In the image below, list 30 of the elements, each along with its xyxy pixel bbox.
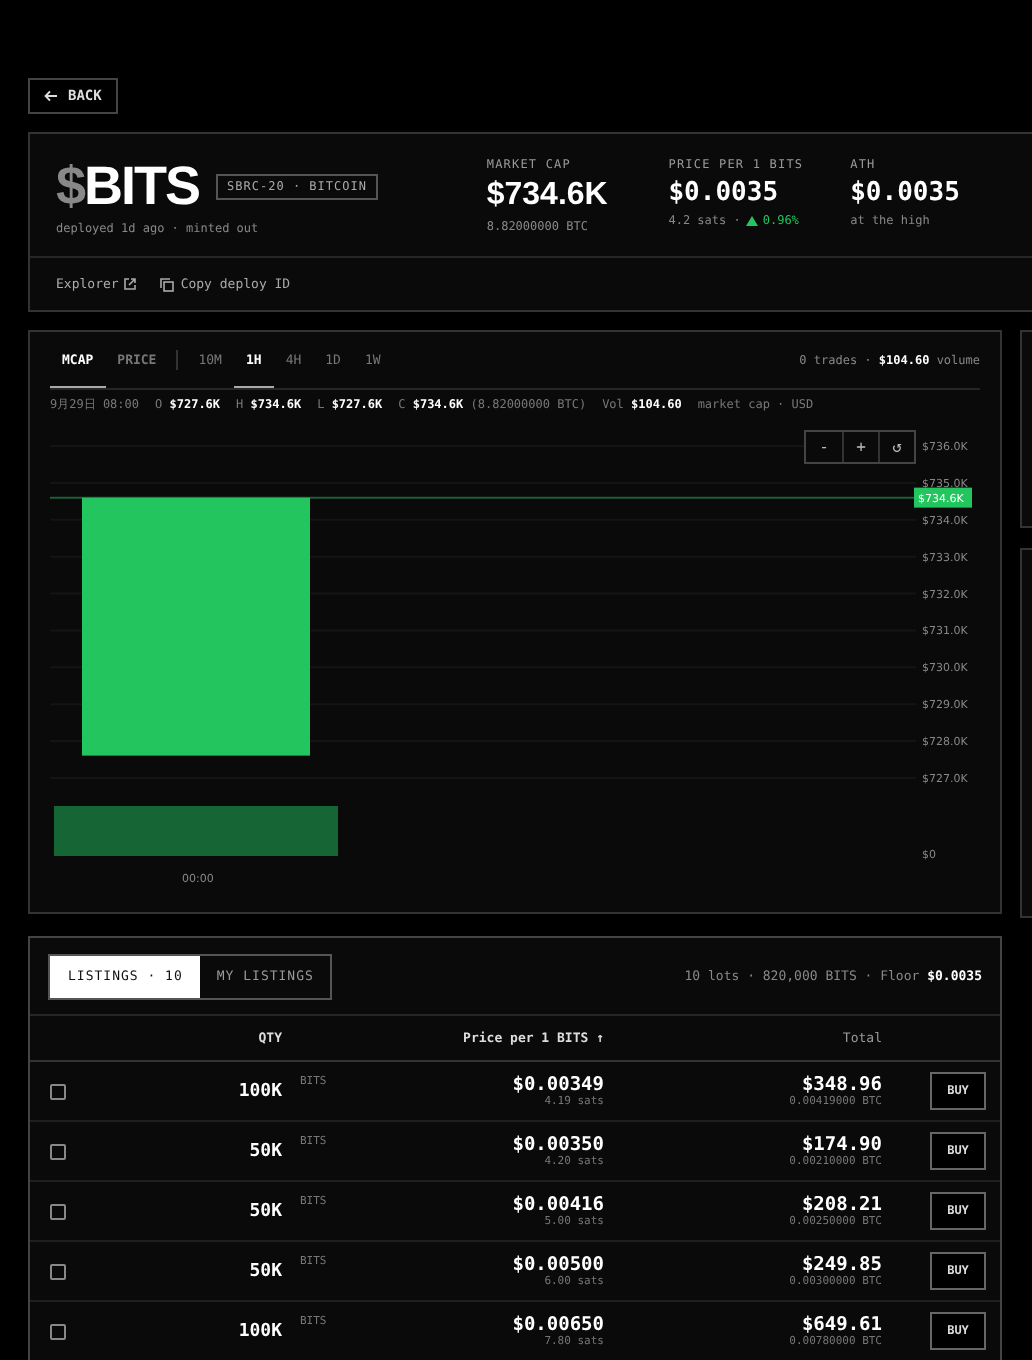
- reset-button[interactable]: ↺: [878, 432, 914, 462]
- unit-price: $0.00349: [512, 1074, 604, 1096]
- quantity: 50K: [247, 1261, 282, 1281]
- quantity: 100K: [236, 1081, 282, 1101]
- row-checkbox[interactable]: [50, 1323, 66, 1339]
- row-checkbox[interactable]: [50, 1143, 66, 1159]
- unit-price: $0.00500: [512, 1254, 604, 1276]
- quantity: 100K: [236, 1321, 282, 1341]
- token-symbol: $BITS: [56, 158, 200, 214]
- total-price: $348.96: [801, 1074, 882, 1096]
- row-checkbox[interactable]: [50, 1263, 66, 1279]
- total-price: $249.85: [801, 1254, 882, 1276]
- unit-price: $0.00650: [512, 1314, 604, 1336]
- stat-value: $734.6K: [486, 178, 610, 214]
- row-checkbox[interactable]: [50, 1203, 66, 1219]
- zoom-out-button[interactable]: -: [806, 432, 842, 462]
- stat-value: $0.0035: [668, 178, 781, 208]
- total-price: $649.61: [801, 1314, 882, 1336]
- unit-price: $0.00350: [512, 1134, 604, 1156]
- quantity: 50K: [247, 1201, 282, 1221]
- copy-icon: [160, 277, 175, 291]
- zoom-in-button[interactable]: +: [842, 432, 878, 462]
- arrow-left-icon: [44, 90, 58, 102]
- total-price: $208.21: [801, 1194, 882, 1216]
- row-checkbox[interactable]: [50, 1083, 66, 1099]
- total-price: $174.90: [801, 1134, 882, 1156]
- unit-price: $0.00416: [512, 1194, 604, 1216]
- stat-value: $0.0035: [850, 178, 962, 208]
- external-link-icon: [124, 278, 137, 290]
- quantity: 50K: [247, 1141, 282, 1161]
